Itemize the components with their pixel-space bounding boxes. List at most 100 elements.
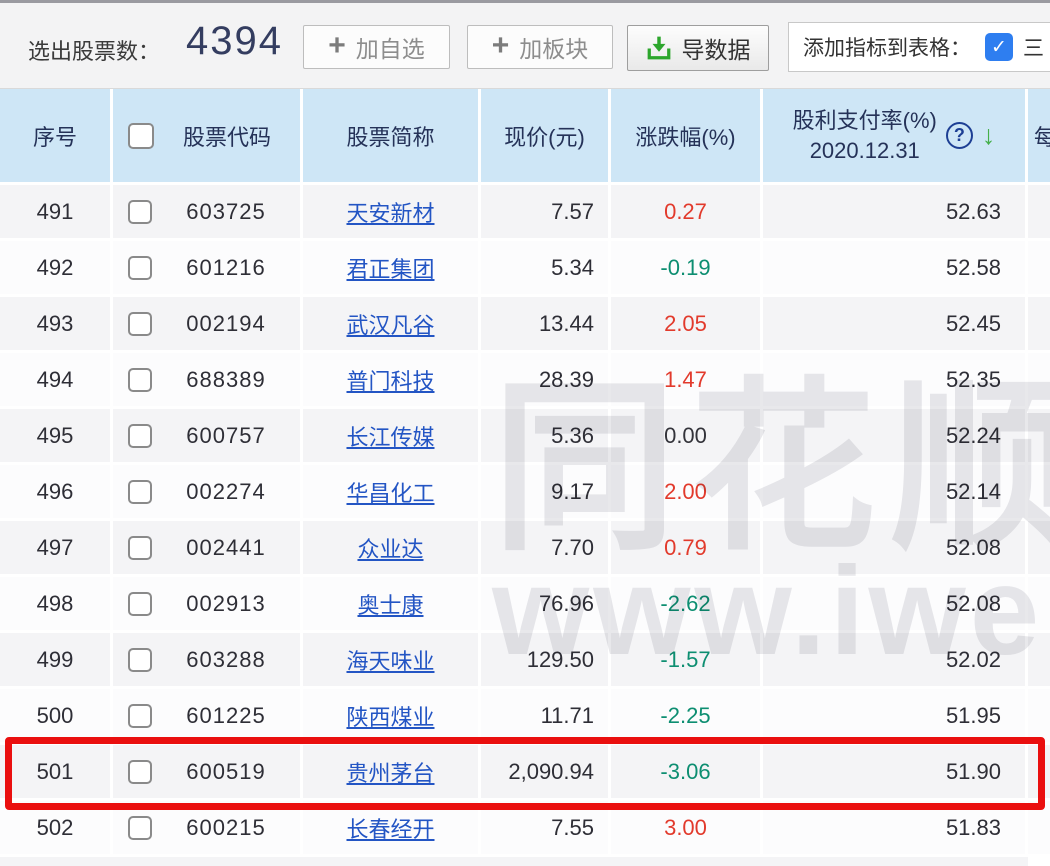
stock-code: 600519 bbox=[152, 759, 300, 785]
column-header-price[interactable]: 现价(元) bbox=[481, 89, 608, 182]
add-indicator-panel: 添加指标到表格： ✓ 三 bbox=[788, 22, 1050, 72]
column-header-change[interactable]: 涨跌幅(%) bbox=[611, 89, 760, 182]
stock-screener-window: 选出股票数： 4394 + 加自选 + 加板块 导数据 添加指标到表格： ✓ 三… bbox=[0, 0, 1050, 866]
question-circle-icon[interactable]: ? bbox=[946, 122, 973, 149]
column-header-code[interactable]: 股票代码 bbox=[113, 89, 300, 182]
add-indicator-label: 添加指标到表格： bbox=[803, 32, 971, 62]
dividend-payout: 52.02 bbox=[763, 633, 1025, 686]
stock-name-link[interactable]: 贵州茅台 bbox=[346, 756, 434, 788]
selected-count-value: 4394 bbox=[186, 19, 283, 64]
dividend-payout: 52.24 bbox=[763, 409, 1025, 462]
sort-down-icon[interactable]: ↓ bbox=[982, 122, 996, 149]
stock-code: 002194 bbox=[152, 311, 300, 337]
code-cell: 601216 bbox=[113, 241, 300, 294]
select-all-checkbox[interactable] bbox=[128, 123, 154, 149]
stock-name-link[interactable]: 陕西煤业 bbox=[346, 700, 434, 732]
change-percent: -2.62 bbox=[611, 577, 760, 630]
dividend-payout: 51.83 bbox=[763, 801, 1025, 854]
stock-name-link[interactable]: 长江传媒 bbox=[346, 420, 434, 452]
column-header-dividend[interactable]: 股利支付率(%) 2020.12.31 ? ↓ bbox=[763, 89, 1025, 182]
row-checkbox[interactable] bbox=[128, 760, 152, 784]
add-watchlist-button[interactable]: + 加自选 bbox=[303, 25, 450, 69]
column-header-sn[interactable]: 序号 bbox=[0, 89, 110, 182]
partial-cell bbox=[1028, 241, 1050, 294]
next-row-sliver bbox=[0, 857, 1028, 866]
name-cell: 陕西煤业 bbox=[303, 689, 478, 742]
stock-name-link[interactable]: 武汉凡谷 bbox=[346, 308, 434, 340]
code-cell: 002274 bbox=[113, 465, 300, 518]
name-cell: 普门科技 bbox=[303, 353, 478, 406]
plus-icon: + bbox=[492, 31, 510, 61]
export-data-label: 导数据 bbox=[682, 31, 751, 65]
change-percent: 1.47 bbox=[611, 353, 760, 406]
code-cell: 603725 bbox=[113, 185, 300, 238]
current-price: 5.34 bbox=[481, 241, 608, 294]
row-checkbox[interactable] bbox=[128, 536, 152, 560]
stock-name-link[interactable]: 普门科技 bbox=[346, 364, 434, 396]
stock-name-link[interactable]: 天安新材 bbox=[346, 196, 434, 228]
table-row: 498 002913 奥士康 76.96 -2.62 52.08 bbox=[0, 577, 1050, 630]
add-sector-button[interactable]: + 加板块 bbox=[467, 25, 613, 69]
name-cell: 众业达 bbox=[303, 521, 478, 574]
stock-name-link[interactable]: 长春经开 bbox=[346, 812, 434, 844]
partial-cell bbox=[1028, 185, 1050, 238]
row-checkbox[interactable] bbox=[128, 256, 152, 280]
row-checkbox[interactable] bbox=[128, 592, 152, 616]
code-cell: 600215 bbox=[113, 801, 300, 854]
current-price: 7.55 bbox=[481, 801, 608, 854]
row-checkbox[interactable] bbox=[128, 200, 152, 224]
row-checkbox[interactable] bbox=[128, 648, 152, 672]
change-percent: 0.00 bbox=[611, 409, 760, 462]
indicator-partial-text: 三 bbox=[1023, 32, 1044, 62]
indicator-checkbox[interactable]: ✓ bbox=[985, 33, 1013, 61]
add-watchlist-label: 加自选 bbox=[356, 30, 425, 64]
row-index: 496 bbox=[0, 465, 110, 518]
code-cell: 600519 bbox=[113, 745, 300, 798]
export-data-button[interactable]: 导数据 bbox=[627, 25, 769, 71]
row-checkbox[interactable] bbox=[128, 368, 152, 392]
stock-code: 601216 bbox=[152, 255, 300, 281]
partial-cell bbox=[1028, 577, 1050, 630]
table-row: 500 601225 陕西煤业 11.71 -2.25 51.95 bbox=[0, 689, 1050, 742]
partial-cell bbox=[1028, 353, 1050, 406]
current-price: 129.50 bbox=[481, 633, 608, 686]
row-index: 491 bbox=[0, 185, 110, 238]
row-checkbox[interactable] bbox=[128, 312, 152, 336]
name-cell: 海天味业 bbox=[303, 633, 478, 686]
name-cell: 长江传媒 bbox=[303, 409, 478, 462]
stock-code: 002441 bbox=[152, 535, 300, 561]
partial-cell bbox=[1028, 689, 1050, 742]
current-price: 76.96 bbox=[481, 577, 608, 630]
stock-code: 002913 bbox=[152, 591, 300, 617]
partial-cell bbox=[1028, 745, 1050, 798]
code-cell: 002441 bbox=[113, 521, 300, 574]
plus-icon: + bbox=[328, 31, 346, 61]
stock-name-link[interactable]: 君正集团 bbox=[346, 252, 434, 284]
stock-table: 序号 股票代码 股票简称 现价(元) 涨跌幅(%) 股利支付率(%) 2020.… bbox=[0, 89, 1050, 866]
table-row-highlighted: 501 600519 贵州茅台 2,090.94 -3.06 51.90 bbox=[0, 745, 1050, 798]
stock-name-link[interactable]: 海天味业 bbox=[346, 644, 434, 676]
stock-name-link[interactable]: 众业达 bbox=[357, 532, 423, 564]
dividend-payout: 52.58 bbox=[763, 241, 1025, 294]
stock-code: 002274 bbox=[152, 479, 300, 505]
stock-name-link[interactable]: 华昌化工 bbox=[346, 476, 434, 508]
stock-code: 688389 bbox=[152, 367, 300, 393]
row-checkbox[interactable] bbox=[128, 704, 152, 728]
change-percent: 2.05 bbox=[611, 297, 760, 350]
current-price: 28.39 bbox=[481, 353, 608, 406]
row-checkbox[interactable] bbox=[128, 424, 152, 448]
table-row: 492 601216 君正集团 5.34 -0.19 52.58 bbox=[0, 241, 1050, 294]
partial-cell bbox=[1028, 801, 1050, 854]
name-cell: 长春经开 bbox=[303, 801, 478, 854]
change-percent: 2.00 bbox=[611, 465, 760, 518]
table-header-row: 序号 股票代码 股票简称 现价(元) 涨跌幅(%) 股利支付率(%) 2020.… bbox=[0, 89, 1050, 182]
row-checkbox[interactable] bbox=[128, 816, 152, 840]
row-checkbox[interactable] bbox=[128, 480, 152, 504]
download-icon bbox=[646, 35, 672, 61]
stock-name-link[interactable]: 奥士康 bbox=[357, 588, 423, 620]
column-header-name[interactable]: 股票简称 bbox=[303, 89, 478, 182]
dividend-payout: 52.45 bbox=[763, 297, 1025, 350]
stock-code: 603725 bbox=[152, 199, 300, 225]
current-price: 7.57 bbox=[481, 185, 608, 238]
column-header-partial: 每 bbox=[1028, 89, 1050, 182]
